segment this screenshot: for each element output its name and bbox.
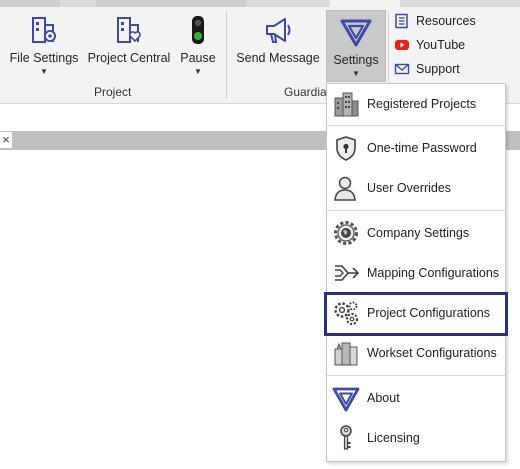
menu-item-label: One-time Password (367, 141, 477, 155)
youtube-label: YouTube (416, 38, 466, 52)
group-label-project: Project (94, 85, 132, 99)
resources-label: Resources (416, 14, 476, 28)
settings-label: Settings (333, 53, 379, 67)
support-link[interactable]: Support (394, 58, 460, 80)
menu-item-label: Licensing (367, 431, 420, 445)
building-heart-icon (117, 17, 141, 43)
file-settings-button[interactable]: File Settings ▼ (8, 9, 80, 79)
user-icon (334, 176, 356, 201)
settings-dropdown-menu: Registered Projects One-time Password Us… (326, 83, 506, 462)
menu-item-company-settings[interactable]: Company Settings (327, 215, 505, 251)
traffic-light-icon (192, 16, 204, 44)
tab-fragment[interactable] (0, 0, 60, 7)
resources-link[interactable]: Resources (394, 10, 476, 32)
menu-item-workset-configurations[interactable]: Workset Configurations (327, 335, 505, 371)
send-message-button[interactable]: Send Message (236, 9, 320, 79)
highlight-box (324, 292, 508, 336)
file-settings-label: File Settings (9, 51, 79, 65)
youtube-link[interactable]: YouTube (394, 34, 465, 56)
menu-item-mapping-configurations[interactable]: Mapping Configurations (327, 255, 505, 291)
ribbon-tab-strip (0, 0, 520, 7)
youtube-icon (395, 40, 409, 50)
project-central-label: Project Central (87, 51, 171, 65)
support-label: Support (416, 62, 460, 76)
shield-lock-icon (336, 136, 356, 161)
menu-item-licensing[interactable]: Licensing (327, 420, 505, 456)
close-icon[interactable]: × (0, 132, 12, 148)
guardian-logo-icon (332, 387, 360, 412)
menu-item-label: About (367, 391, 400, 405)
buildings-icon (334, 92, 359, 117)
tab-fragment[interactable] (96, 0, 246, 7)
chevron-down-icon: ▼ (194, 67, 202, 76)
building-gear-icon (32, 17, 56, 43)
merge-arrows-icon (335, 265, 360, 281)
envelope-icon (394, 63, 410, 75)
menu-item-user-overrides[interactable]: User Overrides (327, 170, 505, 206)
chevron-down-icon: ▼ (352, 69, 360, 78)
chevron-down-icon: ▼ (40, 67, 48, 76)
menu-item-label: Company Settings (367, 226, 470, 240)
megaphone-icon (266, 18, 291, 43)
menu-item-one-time-password[interactable]: One-time Password (327, 130, 505, 166)
project-central-button[interactable]: Project Central (86, 9, 172, 79)
worksets-icon (334, 342, 358, 366)
gear-globe-icon (334, 221, 358, 245)
book-icon (395, 13, 408, 29)
menu-item-registered-projects[interactable]: Registered Projects (327, 86, 505, 122)
menu-item-label: User Overrides (367, 181, 452, 195)
menu-item-label: Mapping Configurations (367, 266, 500, 280)
menu-divider (327, 375, 505, 376)
menu-item-about[interactable]: About (327, 380, 505, 416)
menu-item-label: Workset Configurations (367, 346, 497, 360)
tab-active-fragment[interactable] (330, 0, 400, 7)
key-icon (340, 425, 352, 450)
pause-button[interactable]: Pause ▼ (178, 9, 218, 79)
menu-divider (327, 210, 505, 211)
group-divider (226, 11, 227, 99)
menu-item-label: Registered Projects (367, 97, 477, 111)
pause-label: Pause (180, 51, 216, 65)
menu-divider (327, 125, 505, 126)
settings-button[interactable]: Settings ▼ (326, 10, 386, 82)
guardian-logo-icon (340, 19, 372, 47)
send-message-label: Send Message (236, 51, 320, 65)
